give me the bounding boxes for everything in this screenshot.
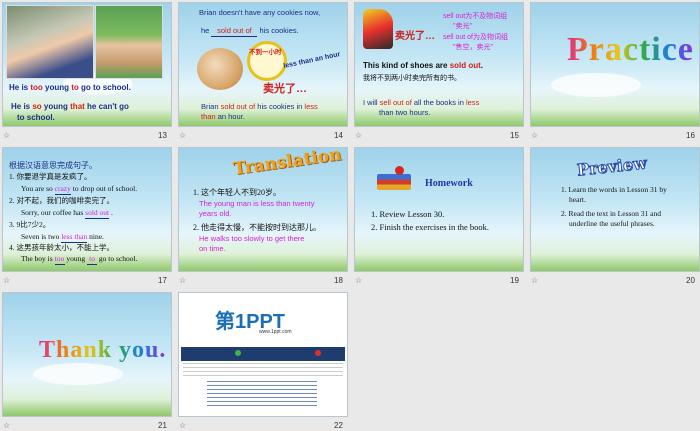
slide-number: 17 bbox=[158, 276, 167, 285]
p1: 1. Learn the words in Lesson 31 by bbox=[561, 185, 667, 194]
a2: He walks too slowly to get there bbox=[199, 234, 305, 243]
star-icon: ☆ bbox=[3, 131, 11, 140]
thank-you-title: Thank you. bbox=[39, 337, 167, 363]
note-sell-out: sell out为不及物词组 bbox=[443, 13, 508, 20]
q1: 1. 你要退学真是发疯了。 bbox=[9, 172, 92, 181]
preview-title: Preview bbox=[576, 153, 649, 180]
star-icon: ☆ bbox=[179, 421, 187, 430]
sentence-too-to: He is too young to go to school. bbox=[9, 83, 131, 92]
star-icon: ☆ bbox=[355, 131, 363, 140]
check-icon bbox=[235, 350, 241, 356]
clock-icon bbox=[247, 41, 287, 81]
star-icon: ☆ bbox=[531, 131, 539, 140]
slide-number: 14 bbox=[334, 131, 343, 140]
slide-thumbnail-21[interactable]: Thank you. bbox=[2, 292, 172, 417]
slide-number: 13 bbox=[158, 131, 167, 140]
translation-title: Translation bbox=[232, 147, 343, 180]
slide14-line3: Brian sold out of his cookies in less bbox=[201, 102, 318, 111]
cookies-image bbox=[197, 48, 243, 90]
a1: You are so crazy to drop out of school. bbox=[21, 184, 138, 195]
a2b: on time. bbox=[199, 244, 226, 253]
slide-thumbnail-19[interactable]: Homework 1. Review Lesson 30. 2. Finish … bbox=[354, 147, 524, 272]
slide-thumbnail-22[interactable]: 第1PPT www.1ppt.com bbox=[178, 292, 348, 417]
star-icon: ☆ bbox=[179, 131, 187, 140]
sentence-so-that-cont: to school. bbox=[17, 113, 55, 122]
slide-thumbnail-20[interactable]: Preview 1. Learn the words in Lesson 31 … bbox=[530, 147, 700, 272]
p1b: heart. bbox=[569, 195, 586, 204]
cloud-decoration bbox=[33, 363, 123, 385]
q4: 4. 这男孩年龄太小，不能上学。 bbox=[9, 243, 114, 252]
clock-label: 不到一小时 bbox=[249, 49, 282, 56]
note-sell-out-b: "卖光" bbox=[453, 23, 472, 30]
sentence-so-that: He is so young that he can't go bbox=[11, 102, 129, 111]
hw2: 2. Finish the exercises in the book. bbox=[371, 222, 490, 232]
slide14-line1: Brian doesn't have any cookies now, bbox=[199, 8, 321, 17]
homework-title: Homework bbox=[425, 178, 473, 189]
slide15-line4: than two hours. bbox=[379, 108, 431, 117]
apple-icon bbox=[395, 166, 404, 175]
less-than-hour-label: less than an hour bbox=[282, 51, 341, 70]
slide-thumbnail-16[interactable]: Practice bbox=[530, 2, 700, 127]
a1b: years old. bbox=[199, 209, 232, 218]
slide-number: 16 bbox=[686, 131, 695, 140]
slide-thumbnail-14[interactable]: Brian doesn't have any cookies now, he s… bbox=[178, 2, 348, 127]
slide14-line2: he sold out of his cookies. bbox=[201, 26, 299, 37]
slide14-line4: than an hour. bbox=[201, 112, 245, 121]
slide-number: 21 bbox=[158, 421, 167, 430]
slide-number: 15 bbox=[510, 131, 519, 140]
slide15-line1: This kind of shoes are sold out. bbox=[363, 61, 484, 70]
a4: The boy is too young to go to school. bbox=[21, 254, 138, 265]
slide-thumbnail-15[interactable]: 卖光了… sell out为不及物词组 "卖光" sell out of为及物词… bbox=[354, 2, 524, 127]
p2: 2. Read the text in Lesson 31 and bbox=[561, 209, 661, 218]
cloud-decoration bbox=[551, 73, 641, 97]
sold-out-chinese: 卖光了… bbox=[395, 31, 435, 42]
star-icon: ☆ bbox=[531, 276, 539, 285]
baby-photo-1 bbox=[6, 5, 94, 79]
slide-number: 19 bbox=[510, 276, 519, 285]
sneaker-image bbox=[363, 9, 393, 49]
slide-number: 22 bbox=[334, 421, 343, 430]
cross-icon bbox=[315, 350, 321, 356]
slide-number: 20 bbox=[686, 276, 695, 285]
a1: The young man is less than twenty bbox=[199, 199, 315, 208]
star-icon: ☆ bbox=[355, 276, 363, 285]
star-icon: ☆ bbox=[3, 421, 11, 430]
baby-photo-2 bbox=[95, 5, 163, 79]
slide-thumbnail-18[interactable]: Translation 1. 这个年轻人不到20岁。 The young man… bbox=[178, 147, 348, 272]
p2b: underline the useful phrases. bbox=[569, 219, 655, 228]
link-list bbox=[207, 381, 317, 409]
slide-thumbnail-13[interactable]: He is too young to go to school. He is s… bbox=[2, 2, 172, 127]
q2: 2. 他走得太慢，不能按时到达那儿。 bbox=[193, 223, 321, 232]
slide15-line2: 我将不到两小时卖完所有的书。 bbox=[363, 75, 461, 82]
hw1: 1. Review Lesson 30. bbox=[371, 209, 445, 219]
practice-title: Practice bbox=[567, 31, 694, 68]
note-sell-out-of: sell out of为及物词组 bbox=[443, 34, 508, 41]
1ppt-url: www.1ppt.com bbox=[259, 329, 292, 335]
books-icon bbox=[377, 174, 411, 190]
note-sell-out-of-b: "售空，卖光" bbox=[453, 44, 493, 51]
q3: 3. 9比7少2。 bbox=[9, 220, 51, 229]
slide17-heading: 根据汉语意思完成句子。 bbox=[9, 161, 97, 170]
q1: 1. 这个年轻人不到20岁。 bbox=[193, 188, 281, 197]
star-icon: ☆ bbox=[3, 276, 11, 285]
sold-out-chinese: 卖光了… bbox=[263, 83, 307, 95]
q2: 2. 对不起，我们的咖啡卖完了。 bbox=[9, 196, 114, 205]
star-icon: ☆ bbox=[179, 276, 187, 285]
a2: Sorry, our coffee has sold out . bbox=[21, 208, 113, 219]
a3: Seven is two less than nine. bbox=[21, 232, 104, 243]
slide-number: 18 bbox=[334, 276, 343, 285]
slide15-line3: I will sell out of all the books in less bbox=[363, 98, 480, 107]
slide-thumbnail-17[interactable]: 根据汉语意思完成句子。 1. 你要退学真是发疯了。 You are so cra… bbox=[2, 147, 172, 272]
info-text-block bbox=[183, 363, 343, 377]
